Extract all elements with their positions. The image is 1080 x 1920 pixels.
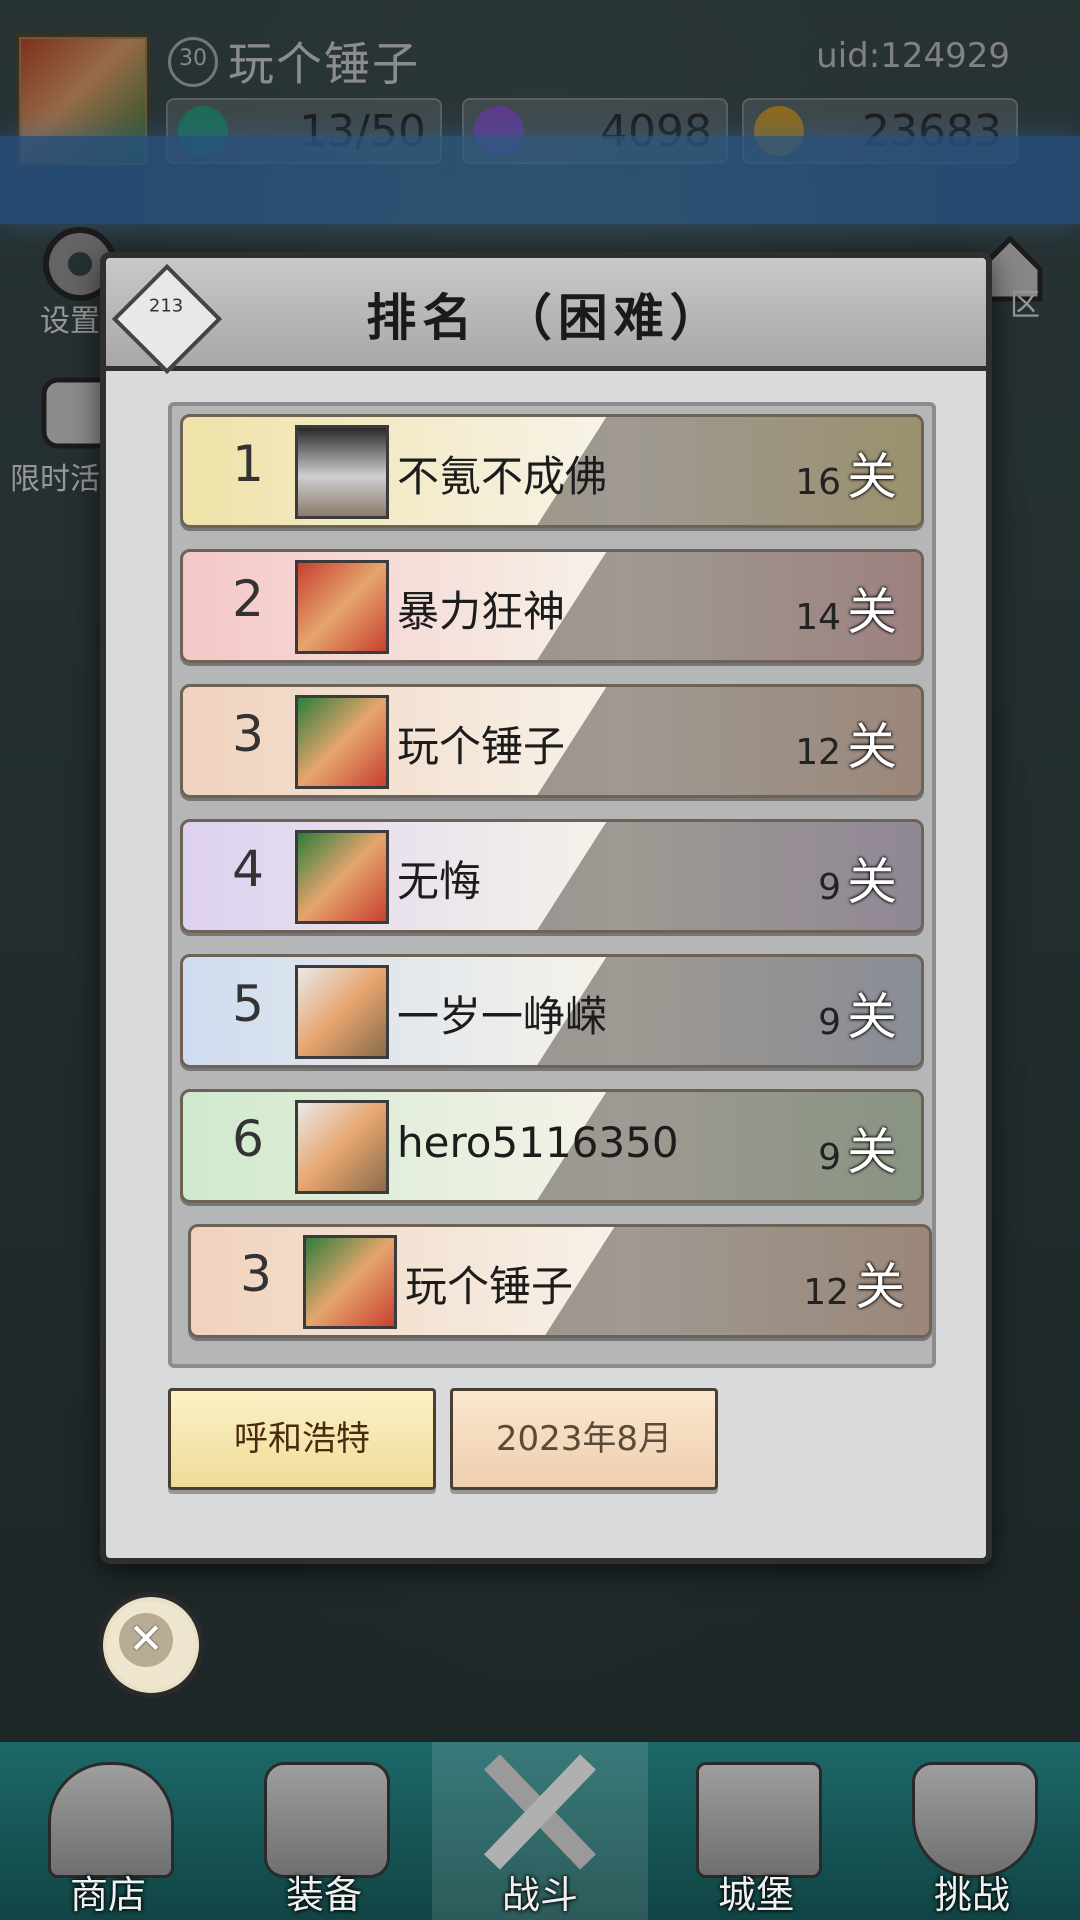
- nav-challenge[interactable]: 挑战: [864, 1742, 1080, 1920]
- nav-castle-label: 城堡: [717, 1873, 794, 1917]
- row-score-value: 9: [818, 867, 841, 908]
- row-score: 9关: [818, 977, 897, 1049]
- region-button[interactable]: 呼和浩特: [168, 1388, 436, 1490]
- row-score-value: 9: [818, 1137, 841, 1178]
- row-score: 12 关: [803, 1247, 905, 1319]
- row-player-name: hero5116350: [397, 1118, 679, 1167]
- horned-girl-holiday-avatar: [295, 695, 389, 789]
- self-ranking-row[interactable]: 3 玩个锤子 12 关: [188, 1224, 932, 1338]
- ranking-row-4[interactable]: 4 无悔 9关: [180, 819, 924, 933]
- nav-shop[interactable]: 商店: [0, 1742, 216, 1920]
- crossed-swords-icon: [484, 1754, 596, 1870]
- row-score: 9关: [818, 1112, 897, 1184]
- row-rank: 6: [232, 1110, 264, 1168]
- row-score-unit: 关: [847, 853, 897, 911]
- modal-title: 排名 （困难）: [366, 289, 726, 347]
- row-score: 9关: [818, 842, 897, 914]
- horned-girl-holiday-avatar: [303, 1235, 397, 1329]
- row-player-name: 一岁一峥嵘: [397, 992, 608, 1041]
- row-rank: 5: [232, 975, 264, 1033]
- horned-girl-holiday-avatar: [295, 830, 389, 924]
- row-score-value: 16: [795, 462, 841, 503]
- close-x-icon: ✕: [119, 1613, 173, 1667]
- row-player-name: 不氪不成佛: [397, 452, 608, 501]
- row-score-unit: 关: [847, 448, 897, 506]
- row-score: 14 关: [795, 572, 897, 644]
- backpack-icon: [264, 1762, 390, 1878]
- row-score-value: 12: [795, 732, 841, 773]
- ranking-row-5[interactable]: 5 一岁一峥嵘 9关: [180, 954, 924, 1068]
- row-score-value: 12: [803, 1272, 849, 1313]
- horned-girl-avatar: [295, 1100, 389, 1194]
- row-score-unit: 关: [847, 1123, 897, 1181]
- modal-title-bar: 213 排名 （困难）: [106, 258, 986, 375]
- row-score: 12 关: [795, 707, 897, 779]
- nav-battle[interactable]: 战斗: [432, 1742, 648, 1920]
- ranking-modal: 213 排名 （困难） 1 不氪不成佛 16 关 2 暴力狂神 14 关 3 玩个锤…: [100, 252, 992, 1564]
- shop-hut-icon: [48, 1762, 174, 1878]
- row-rank: 4: [232, 840, 264, 898]
- nav-equipment-label: 装备: [285, 1873, 362, 1917]
- nav-challenge-label: 挑战: [933, 1873, 1010, 1917]
- date-button[interactable]: 2023年8月: [450, 1388, 718, 1490]
- ranking-row-1[interactable]: 1 不氪不成佛 16 关: [180, 414, 924, 528]
- shield-crest-icon: [912, 1762, 1038, 1878]
- row-score-value: 9: [818, 1002, 841, 1043]
- horned-girl-avatar: [295, 965, 389, 1059]
- row-score-unit: 关: [847, 583, 897, 641]
- nav-castle[interactable]: 城堡: [648, 1742, 864, 1920]
- horned-girl-2024-avatar: [295, 560, 389, 654]
- row-score-unit: 关: [847, 718, 897, 776]
- witch-avatar: [295, 425, 389, 519]
- row-rank: 3: [240, 1245, 272, 1303]
- row-rank: 3: [232, 705, 264, 763]
- row-score-unit: 关: [855, 1258, 905, 1316]
- row-score-value: 14: [795, 597, 841, 638]
- ranking-row-2[interactable]: 2 暴力狂神 14 关: [180, 549, 924, 663]
- row-score: 16 关: [795, 437, 897, 509]
- ranking-list: 1 不氪不成佛 16 关 2 暴力狂神 14 关 3 玩个锤子 12 关 4 无悔 9…: [168, 402, 936, 1368]
- ranking-row-3[interactable]: 3 玩个锤子 12 关: [180, 684, 924, 798]
- row-player-name: 玩个锤子: [405, 1262, 574, 1311]
- bottom-navigation: 商店 装备 战斗 城堡 挑战: [0, 1742, 1080, 1920]
- castle-tower-icon: [696, 1762, 822, 1878]
- row-player-name: 玩个锤子: [397, 722, 566, 771]
- row-rank: 1: [232, 435, 264, 493]
- nav-shop-label: 商店: [69, 1873, 146, 1917]
- close-button[interactable]: ✕: [98, 1592, 204, 1698]
- row-player-name: 无悔: [397, 857, 482, 906]
- nav-battle-label: 战斗: [501, 1873, 578, 1917]
- row-rank: 2: [232, 570, 264, 628]
- row-player-name: 暴力狂神: [397, 587, 566, 636]
- ranking-row-6[interactable]: 6 hero5116350 9关: [180, 1089, 924, 1203]
- nav-equipment[interactable]: 装备: [216, 1742, 432, 1920]
- row-score-unit: 关: [847, 988, 897, 1046]
